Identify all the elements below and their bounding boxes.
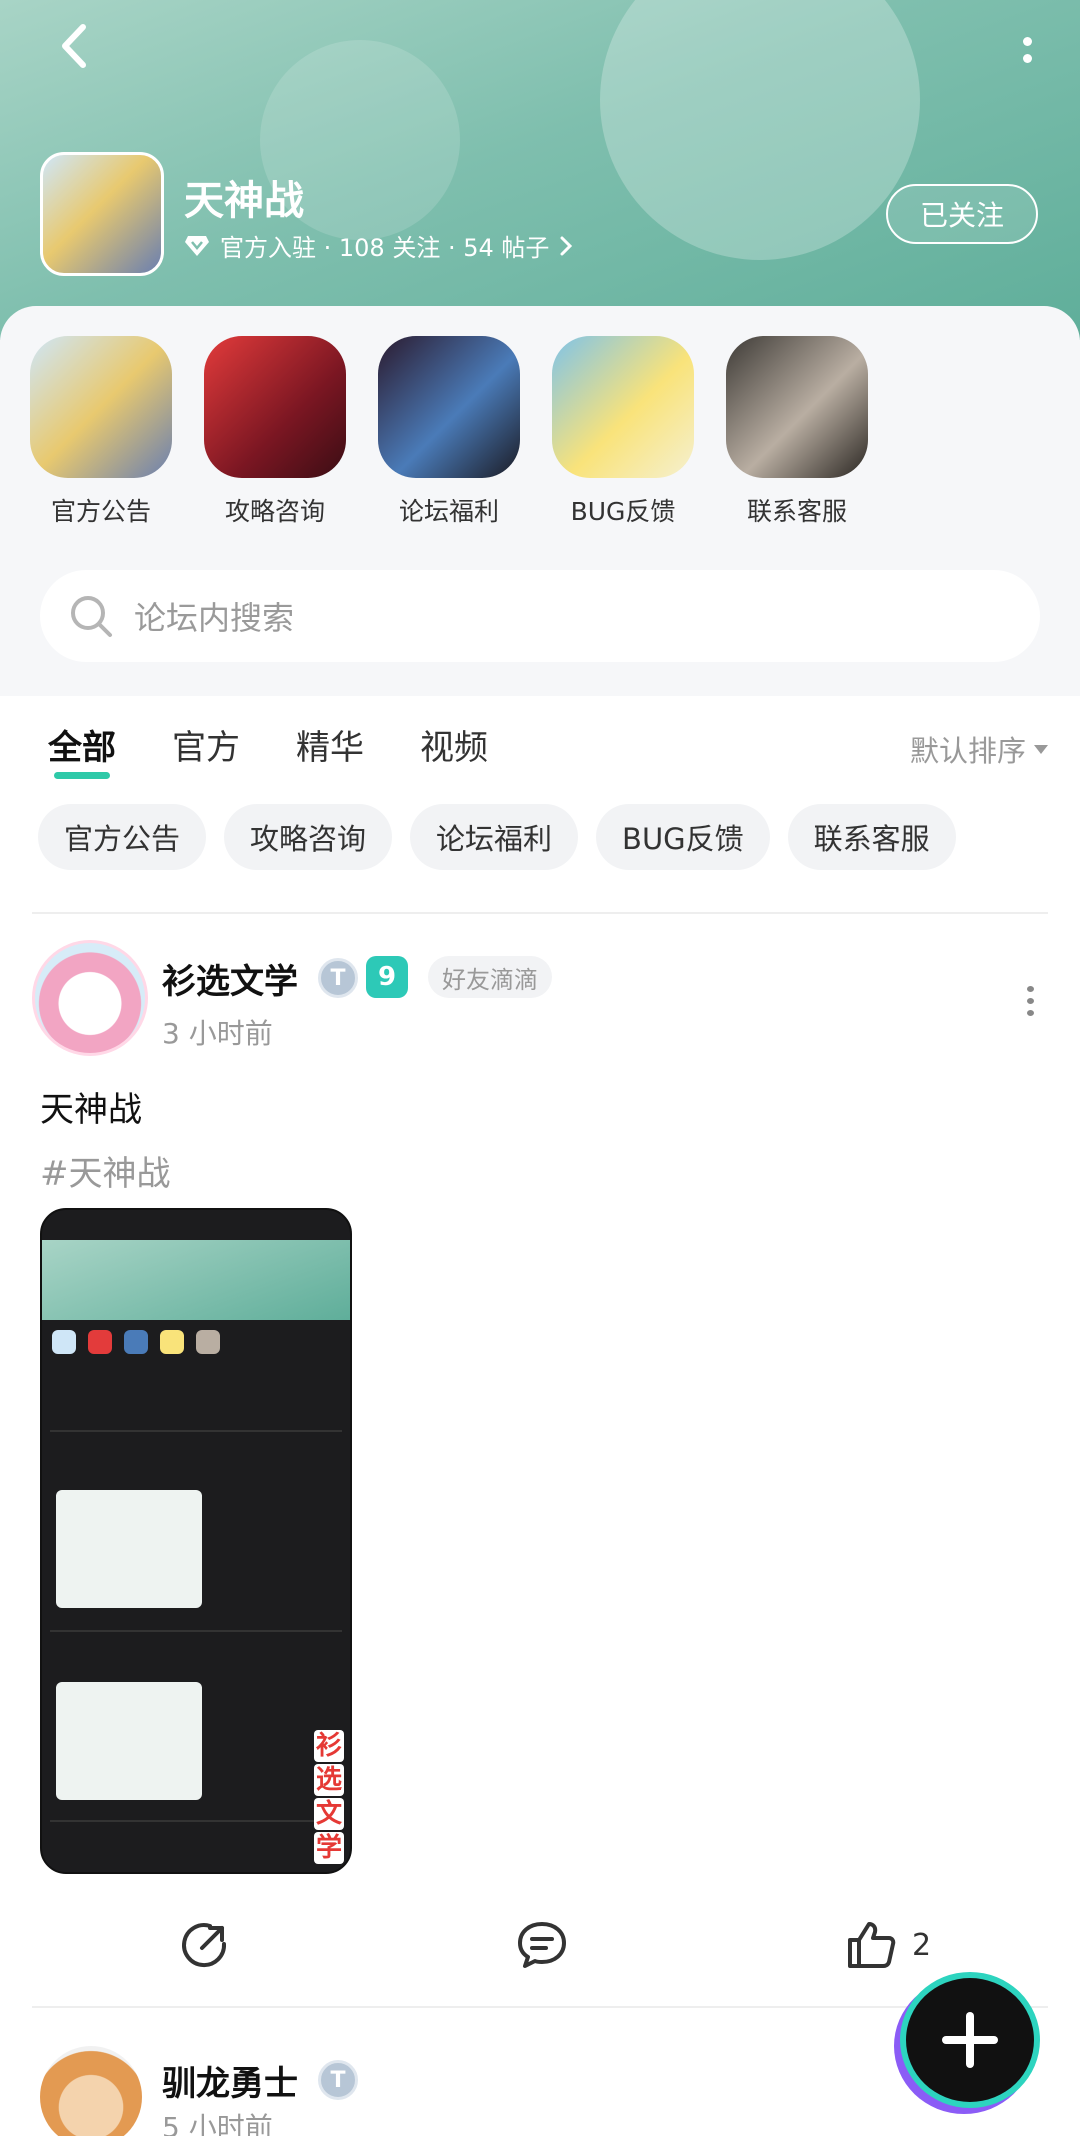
quick-link-label: 攻略咨询	[224, 497, 325, 526]
chip-support[interactable]: 联系客服	[787, 804, 956, 870]
chevron-right-icon	[560, 236, 573, 255]
diamond-icon	[185, 235, 209, 256]
post-time: 3 小时前	[162, 1017, 273, 1050]
post-actions: 2	[0, 1910, 1080, 1980]
chip-bug-report[interactable]: BUG反馈	[596, 804, 770, 870]
create-post-button[interactable]	[900, 1972, 1040, 2108]
comment-icon	[518, 1922, 566, 1968]
avatar[interactable]	[40, 2046, 142, 2136]
tab-video[interactable]: 视频	[420, 720, 488, 769]
search-placeholder: 论坛内搜索	[134, 599, 295, 637]
tab-all[interactable]: 全部	[48, 720, 116, 779]
announcement-icon	[30, 336, 172, 478]
plus-icon	[942, 2012, 998, 2068]
post-author[interactable]: 驯龙勇士	[162, 2056, 298, 2105]
image-content	[52, 1330, 220, 1354]
caret-down-icon	[1034, 744, 1048, 754]
like-count: 2	[912, 1927, 932, 1963]
forum-title: 天神战	[184, 178, 304, 224]
image-content	[50, 1630, 342, 1632]
watermark-char: 选	[314, 1764, 344, 1796]
quick-link-label: 联系客服	[746, 497, 847, 526]
image-content	[50, 1430, 342, 1432]
post-title[interactable]: 天神战	[40, 1082, 142, 1131]
back-button[interactable]	[44, 16, 104, 76]
post-hashtag[interactable]: #天神战	[40, 1146, 171, 1195]
share-button[interactable]	[180, 1910, 230, 1980]
post-filter-tabs: 全部 官方 精华 视频	[48, 720, 488, 779]
forum-meta[interactable]: 官方入驻 · 108 关注 · 54 帖子	[184, 228, 573, 263]
post-time: 5 小时前	[162, 2111, 273, 2136]
follow-button[interactable]: 已关注	[886, 184, 1038, 244]
level-badge: T	[318, 958, 358, 998]
forum-icon	[40, 152, 164, 276]
share-icon	[182, 1923, 227, 1968]
image-content	[56, 1490, 202, 1608]
more-options-button[interactable]	[1002, 20, 1052, 80]
forum-meta-text: 官方入驻 · 108 关注 · 54 帖子	[220, 234, 550, 262]
quick-link-label: 官方公告	[50, 497, 151, 526]
quick-link-guide[interactable]: 攻略咨询	[202, 336, 348, 528]
image-content	[42, 1240, 350, 1320]
post-image[interactable]: 衫 选 文 学	[40, 1208, 352, 1874]
chip-guide[interactable]: 攻略咨询	[224, 804, 393, 870]
forum-search-input[interactable]: 论坛内搜索	[40, 570, 1040, 662]
divider	[32, 912, 1048, 914]
watermark-char: 衫	[314, 1730, 344, 1762]
tab-official[interactable]: 官方	[172, 720, 240, 769]
category-chips: 官方公告 攻略咨询 论坛福利 BUG反馈 联系客服	[38, 804, 956, 870]
benefits-icon	[378, 336, 520, 478]
post-author[interactable]: 衫选文学	[162, 954, 298, 1003]
forum-shortcuts-card: 官方公告 攻略咨询 论坛福利 BUG反馈 联系客服 论坛内搜索	[0, 306, 1080, 696]
chip-benefits[interactable]: 论坛福利	[410, 804, 579, 870]
divider	[32, 2006, 1048, 2008]
image-watermark: 衫 选 文 学	[314, 1730, 344, 1864]
post-more-button[interactable]	[1020, 986, 1040, 1016]
quick-link-label: BUG反馈	[570, 497, 676, 526]
rank-badge: 9	[366, 956, 408, 998]
avatar[interactable]	[32, 940, 148, 1056]
chip-announcement[interactable]: 官方公告	[38, 804, 207, 870]
image-content	[56, 1682, 202, 1800]
thumbs-up-icon	[848, 1922, 896, 1968]
friend-tag: 好友滴滴	[428, 956, 552, 998]
quick-link-announcement[interactable]: 官方公告	[28, 336, 174, 528]
quick-link-bug-report[interactable]: BUG反馈	[550, 336, 696, 528]
search-icon	[71, 596, 112, 637]
quick-link-benefits[interactable]: 论坛福利	[376, 336, 522, 528]
level-badge: T	[318, 2060, 358, 2100]
image-content	[50, 1820, 342, 1822]
quick-link-support[interactable]: 联系客服	[724, 336, 870, 528]
watermark-char: 学	[314, 1832, 344, 1864]
sort-label: 默认排序	[909, 734, 1026, 768]
quick-link-label: 论坛福利	[398, 497, 499, 526]
comment-button[interactable]	[516, 1910, 568, 1980]
chevron-left-icon	[62, 24, 86, 68]
guide-icon	[204, 336, 346, 478]
sort-dropdown[interactable]: 默认排序	[910, 728, 1048, 770]
support-icon	[726, 336, 868, 478]
like-button[interactable]: 2	[846, 1910, 931, 1980]
bug-report-icon	[552, 336, 694, 478]
tab-featured[interactable]: 精华	[296, 720, 364, 769]
watermark-char: 文	[314, 1798, 344, 1830]
banner-decoration	[600, 0, 920, 260]
